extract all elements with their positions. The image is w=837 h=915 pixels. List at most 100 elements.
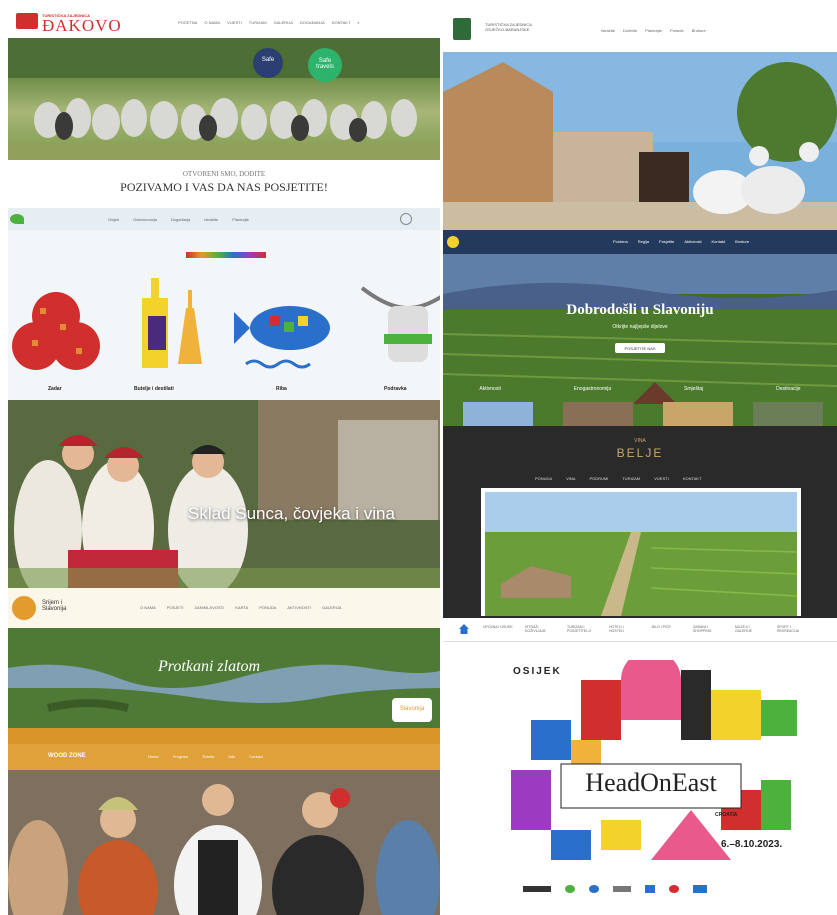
- gastro-label: Zadar: [48, 386, 62, 392]
- nav-item[interactable]: Planirajte: [232, 217, 249, 222]
- horses-hero-image: Safe Safe travels: [8, 38, 440, 160]
- gastro-logo-icon[interactable]: [10, 214, 24, 224]
- nav-item[interactable]: Posjetite: [659, 239, 674, 244]
- nav-item[interactable]: Planirajte: [645, 28, 662, 33]
- nav-item[interactable]: KONTAKT: [683, 476, 702, 481]
- sponsor-logo: [693, 885, 707, 893]
- nav-item[interactable]: VINA: [566, 476, 575, 481]
- nav-item[interactable]: KARTA: [235, 605, 248, 610]
- nav-item[interactable]: ZABAVA I SHOPPING: [693, 625, 723, 633]
- nav-item[interactable]: Brošure: [692, 28, 706, 33]
- nav-item[interactable]: ISTRAŽI DOŽIVLJAJE: [525, 625, 555, 633]
- djakovo-subtitle: OTVORENI SMO, DOĐITE: [182, 170, 266, 178]
- nav-item[interactable]: Događanja: [171, 217, 190, 222]
- logo-main-text: ĐAKOVO: [42, 16, 122, 35]
- belje-panel: VINA BELJE PONUDA VINA PODRUMI TURIZAM V…: [443, 426, 837, 618]
- sponsor-logo: [523, 886, 551, 892]
- category-link[interactable]: Enogastronomija: [574, 386, 612, 392]
- ox-icon: [360, 286, 440, 362]
- slavonija-logo-icon[interactable]: [447, 236, 459, 248]
- zlatom-panel: Srijem i Slavonija O NAMA POSJETI ZANIML…: [8, 588, 440, 728]
- djakovo-header: TURISTIČKA ZAJEDNICA ĐAKOVO POČETNA O NA…: [8, 8, 440, 38]
- zlatom-nav: O NAMA POSJETI ZANIMLJIVOSTI KARTA PONUD…: [140, 605, 341, 610]
- gastro-panel: Osijek Gastronomija Događanja Istražite …: [8, 208, 440, 400]
- search-icon[interactable]: [400, 213, 412, 225]
- nav-item[interactable]: O NAMA: [204, 20, 220, 25]
- nav-item[interactable]: PODRUMI: [589, 476, 608, 481]
- home-icon[interactable]: [459, 624, 469, 634]
- nav-item[interactable]: POČETNA: [178, 20, 197, 25]
- gastro-illustrations: [12, 278, 440, 370]
- zlatom-badge: Slavonija: [392, 698, 432, 722]
- nav-item[interactable]: O NAMA: [140, 605, 156, 610]
- slavonija-sub: Otkrijte najljepše dijelove: [612, 324, 668, 330]
- nav-item[interactable]: Osijek: [108, 217, 119, 222]
- nav-item[interactable]: Početna: [613, 239, 628, 244]
- belje-brand[interactable]: BELJE: [443, 446, 837, 460]
- color-strip: [186, 252, 266, 258]
- nav-item[interactable]: TURIZAM: [249, 20, 267, 25]
- gastro-label: Podravka: [384, 386, 407, 392]
- nav-item[interactable]: Info: [229, 754, 236, 759]
- nav-item[interactable]: Ponude: [670, 28, 684, 33]
- nav-item[interactable]: MUZEJI I GALERIJE: [735, 625, 765, 633]
- djakovo-nav: POČETNA O NAMA VIJESTI TURIZAM GALERIJA …: [178, 20, 360, 25]
- nav-item[interactable]: GALERIJA: [274, 20, 293, 25]
- bottles-icon: [142, 278, 202, 368]
- sponsor-logos: [523, 884, 763, 894]
- search-icon[interactable]: ⌕: [357, 20, 359, 25]
- lipizzaner-logo-icon[interactable]: [453, 18, 471, 40]
- osijek-nav: UPOZNAJ OSIJEK ISTRAŽI DOŽIVLJAJE TURIZA…: [443, 618, 837, 642]
- nav-item[interactable]: Tickets: [202, 754, 215, 759]
- zlatom-headline: Protkani zlatom: [158, 658, 261, 675]
- nav-item[interactable]: Kontakt: [712, 239, 726, 244]
- nav-item[interactable]: Doživite: [623, 28, 637, 33]
- nav-item[interactable]: TURIZAM I POSJETITELJI: [567, 625, 597, 633]
- osijek-nav-items: UPOZNAJ OSIJEK ISTRAŽI DOŽIVLJAJE TURIZA…: [483, 625, 807, 633]
- djakovo-logo[interactable]: TURISTIČKA ZAJEDNICA ĐAKOVO: [16, 13, 132, 35]
- nav-item[interactable]: POSJETI: [167, 605, 184, 610]
- folk-panel: Sklad Sunca, čovjeka i vina: [8, 400, 440, 588]
- nav-item[interactable]: AKTIVNOSTI: [287, 605, 311, 610]
- lipizzaner-panel: TURISTIČKA ZAJEDNICA OSJEČKO-BARANJSKE I…: [443, 8, 837, 230]
- sponsor-logo: [645, 885, 655, 893]
- nav-item[interactable]: Program: [173, 754, 188, 759]
- slavonija-headline: Dobrodošli u Slavoniju: [566, 302, 714, 318]
- category-link[interactable]: Smještaj: [684, 386, 703, 392]
- nav-item[interactable]: SPORT I REKREACIJA: [777, 625, 807, 633]
- gastro-nav: Osijek Gastronomija Događanja Istražite …: [108, 217, 249, 222]
- gastro-header: Osijek Gastronomija Događanja Istražite …: [8, 208, 440, 230]
- nav-item[interactable]: ZANIMLJIVOSTI: [194, 605, 224, 610]
- nav-item[interactable]: VIJESTI: [654, 476, 669, 481]
- headoneast-dates: 6.–8.10.2023.: [721, 839, 783, 850]
- sponsor-logo: [589, 885, 599, 893]
- nav-item[interactable]: Brošure: [735, 239, 749, 244]
- wood-header: WOOD ZONE Home Program Tickets Info Cont…: [8, 744, 440, 770]
- nav-item[interactable]: Istražite: [601, 28, 615, 33]
- nav-item[interactable]: DOGAĐANJA: [300, 20, 325, 25]
- nav-item[interactable]: PONUDA: [259, 605, 276, 610]
- zlatom-logo-icon[interactable]: [12, 596, 36, 620]
- vineyard-landscape: [443, 254, 837, 426]
- slavonija-cta-button[interactable]: POSJETITE NAS: [615, 343, 665, 353]
- category-link[interactable]: Destinacije: [776, 386, 800, 392]
- nav-item[interactable]: JELO I PIĆE: [651, 625, 681, 633]
- nav-item[interactable]: PONUDA: [535, 476, 552, 481]
- wood-brand[interactable]: WOOD ZONE: [48, 753, 86, 759]
- nav-item[interactable]: HOTELI I HOSTELI: [609, 625, 639, 633]
- nav-item[interactable]: UPOZNAJ OSIJEK: [483, 625, 513, 633]
- nav-item[interactable]: VIJESTI: [227, 20, 242, 25]
- slavonija-nav: Početna Regija Posjetite Aktivnosti Kont…: [613, 239, 749, 244]
- nav-item[interactable]: Istražite: [204, 217, 218, 222]
- category-link[interactable]: Aktivnosti: [479, 386, 500, 392]
- gastro-label: Riba: [276, 386, 287, 392]
- nav-item[interactable]: GALERIJA: [322, 605, 341, 610]
- nav-item[interactable]: Gastronomija: [133, 217, 157, 222]
- nav-item[interactable]: KONTAKT: [332, 20, 351, 25]
- nav-item[interactable]: Home: [148, 754, 159, 759]
- nav-item[interactable]: Aktivnosti: [684, 239, 701, 244]
- grapes-icon: [12, 292, 100, 370]
- nav-item[interactable]: Contact: [249, 754, 263, 759]
- nav-item[interactable]: TURIZAM: [622, 476, 640, 481]
- nav-item[interactable]: Regija: [638, 239, 649, 244]
